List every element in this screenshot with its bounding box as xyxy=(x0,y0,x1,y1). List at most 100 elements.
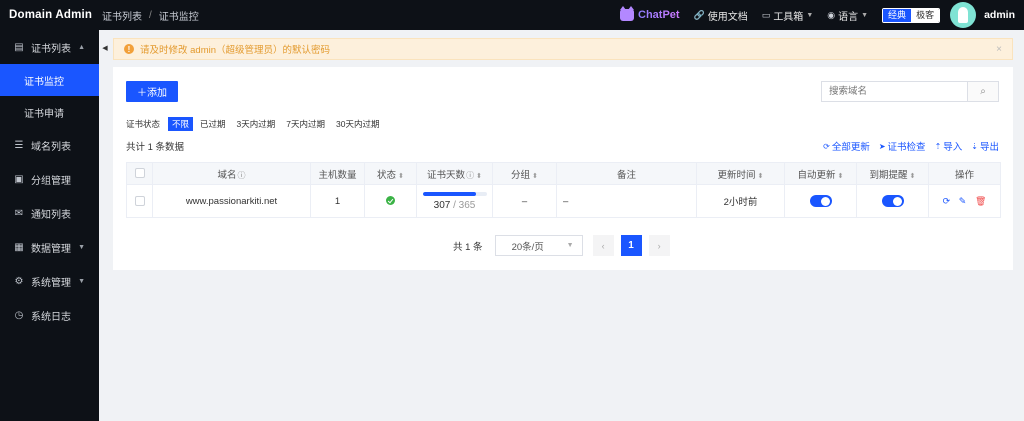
send-icon: ➤ xyxy=(878,141,886,151)
location-pin-icon: ◉ xyxy=(827,9,836,20)
search-input[interactable] xyxy=(822,82,967,101)
edit-icon[interactable]: ✎ xyxy=(959,196,967,206)
col-domain-label: 域名 xyxy=(217,169,237,181)
next-page-button[interactable]: › xyxy=(648,235,670,256)
chevron-right-icon: › xyxy=(657,240,661,251)
sort-icon: ⬍ xyxy=(398,172,404,180)
sidebar-item-label: 通知列表 xyxy=(31,209,71,221)
theme-classic-button[interactable]: 经典 xyxy=(883,8,912,22)
expire-alert-cell xyxy=(856,184,929,218)
total-count: 共计 1 条数据 xyxy=(126,142,185,153)
search-icon: ⌕ xyxy=(980,86,986,97)
export-label: 导出 xyxy=(979,142,999,153)
sidebar-item-cert-list[interactable]: ▤ 证书列表 ▲ xyxy=(0,30,99,64)
sidebar-collapse-button[interactable]: ◀ xyxy=(99,40,111,56)
cat-icon xyxy=(620,6,635,21)
sidebar-item-group-manage[interactable]: ▣ 分组管理 xyxy=(0,162,99,196)
sidebar-item-domain-list[interactable]: ☰ 域名列表 xyxy=(0,128,99,162)
trash-icon[interactable]: 🗑 xyxy=(975,196,986,206)
col-expire-alert[interactable]: 到期提醒 ⬍ xyxy=(856,162,929,185)
sidebar-item-cert-apply[interactable]: 证书申请 xyxy=(0,96,99,128)
export-button[interactable]: ⇣ 导出 xyxy=(971,139,999,154)
link-icon: 🔗 xyxy=(693,9,705,20)
language-label: 语言 xyxy=(838,11,859,23)
refresh-all-button[interactable]: ⟳ 全部更新 xyxy=(823,139,870,154)
col-domain: 域名ⓘ xyxy=(152,162,311,185)
cert-days-progress xyxy=(422,191,487,196)
language-menu[interactable]: ◉ 语言 ▼ xyxy=(827,8,868,23)
col-auto-update[interactable]: 自动更新 ⬍ xyxy=(784,162,857,185)
auto-update-switch[interactable] xyxy=(809,195,832,207)
sidebar-item-system-manage[interactable]: ⚙ 系统管理 ▼ xyxy=(0,264,99,298)
avatar[interactable] xyxy=(950,2,977,28)
filter-option-7days[interactable]: 7天内过期 xyxy=(282,117,329,131)
search-button[interactable]: ⌕ xyxy=(967,82,998,101)
sidebar-item-label: 系统日志 xyxy=(31,311,71,323)
clock-icon: ◷ xyxy=(14,309,24,321)
col-status[interactable]: 状态 ⬍ xyxy=(364,162,417,185)
refresh-icon[interactable]: ⟳ xyxy=(943,196,951,206)
sidebar-item-label: 证书列表 xyxy=(31,43,71,55)
remark-cell: – xyxy=(556,184,697,218)
toolbox-label: 工具箱 xyxy=(773,11,804,23)
col-auto-update-label: 自动更新 xyxy=(797,169,836,181)
warning-icon: ! xyxy=(124,44,134,54)
breadcrumb-item-cert-list[interactable]: 证书列表 xyxy=(102,8,142,23)
sort-icon: ⬍ xyxy=(909,172,916,180)
pagination-total: 共 1 条 xyxy=(453,241,483,253)
close-icon[interactable]: × xyxy=(996,44,1002,55)
chevron-up-icon: ▲ xyxy=(78,43,85,51)
info-icon[interactable]: ⓘ xyxy=(466,171,474,180)
chevron-down-icon: ▼ xyxy=(78,243,85,251)
cert-table: 域名ⓘ 主机数量 状态 ⬍ 证书天数ⓘ ⬍ 分组 ⬍ 备注 更新时间 ⬍ 自动更新 ⬍ 到… xyxy=(126,162,1001,218)
username[interactable]: admin xyxy=(984,9,1015,21)
sidebar-item-cert-monitor[interactable]: 证书监控 xyxy=(0,64,99,96)
breadcrumb: 证书列表 / 证书监控 xyxy=(102,8,199,23)
sort-icon: ⬍ xyxy=(532,172,538,180)
check-cert-button[interactable]: ➤ 证书检查 xyxy=(878,139,926,154)
refresh-all-label: 全部更新 xyxy=(831,142,870,153)
col-updated-label: 更新时间 xyxy=(717,169,756,181)
top-bar: Domain Admin 证书列表 / 证书监控 ChatPet 🔗 使用文档 … xyxy=(0,0,1024,30)
filter-option-all[interactable]: 不限 xyxy=(168,117,194,131)
prev-page-button[interactable]: ‹ xyxy=(592,235,614,256)
chevron-down-icon: ▼ xyxy=(566,242,574,249)
breadcrumb-item-cert-monitor: 证书监控 xyxy=(158,11,199,23)
brand-title: Domain Admin xyxy=(9,9,93,21)
page-number-button[interactable]: 1 xyxy=(620,235,642,256)
domain-cell[interactable]: www.passionarkiti.net xyxy=(152,184,311,218)
page-size-select[interactable]: 20条/页 ▼ xyxy=(494,235,583,256)
progress-fill xyxy=(422,191,477,196)
sidebar-item-data-manage[interactable]: ▦ 数据管理 ▼ xyxy=(0,230,99,264)
docs-label: 使用文档 xyxy=(707,11,748,23)
docs-link[interactable]: 🔗 使用文档 xyxy=(694,8,748,23)
col-group-label: 分组 xyxy=(511,169,531,181)
select-all-cell xyxy=(126,162,153,185)
box-icon: ▦ xyxy=(14,241,24,253)
col-group[interactable]: 分组 ⬍ xyxy=(492,162,557,185)
theme-geek-button[interactable]: 极客 xyxy=(911,8,940,22)
col-updated[interactable]: 更新时间 ⬍ xyxy=(696,162,785,185)
expire-alert-switch[interactable] xyxy=(881,195,904,207)
row-checkbox[interactable] xyxy=(134,195,145,206)
main-panel: ＋添加 ⌕ 证书状态 不限 已过期 3天内过期 7天内过期 30天内过期 共计 … xyxy=(113,67,1013,270)
auto-update-cell xyxy=(784,184,857,218)
filter-option-expired[interactable]: 已过期 xyxy=(196,117,230,131)
info-icon[interactable]: ⓘ xyxy=(238,171,246,180)
col-cert-days[interactable]: 证书天数ⓘ ⬍ xyxy=(416,162,493,185)
filter-option-30days[interactable]: 30天内过期 xyxy=(332,117,383,131)
sidebar-item-label: 域名列表 xyxy=(31,141,71,153)
table-row: www.passionarkiti.net 1 307 / 365 – – 2小… xyxy=(126,184,1001,218)
status-cell xyxy=(364,184,417,218)
filter-option-3days[interactable]: 3天内过期 xyxy=(233,117,280,131)
sidebar-item-system-log[interactable]: ◷ 系统日志 xyxy=(0,298,99,332)
import-label: 导入 xyxy=(943,142,963,153)
chatpet-link[interactable]: ChatPet xyxy=(620,6,680,21)
sidebar-item-notify-list[interactable]: ✉ 通知列表 xyxy=(0,196,99,230)
add-button[interactable]: ＋添加 xyxy=(126,81,178,102)
toolbox-menu[interactable]: ▭ 工具箱 ▼ xyxy=(762,8,813,23)
chevron-down-icon: ▼ xyxy=(806,11,814,19)
col-expire-alert-label: 到期提醒 xyxy=(869,169,908,181)
select-all-checkbox[interactable] xyxy=(134,168,145,179)
import-button[interactable]: ⇡ 导入 xyxy=(935,139,963,154)
